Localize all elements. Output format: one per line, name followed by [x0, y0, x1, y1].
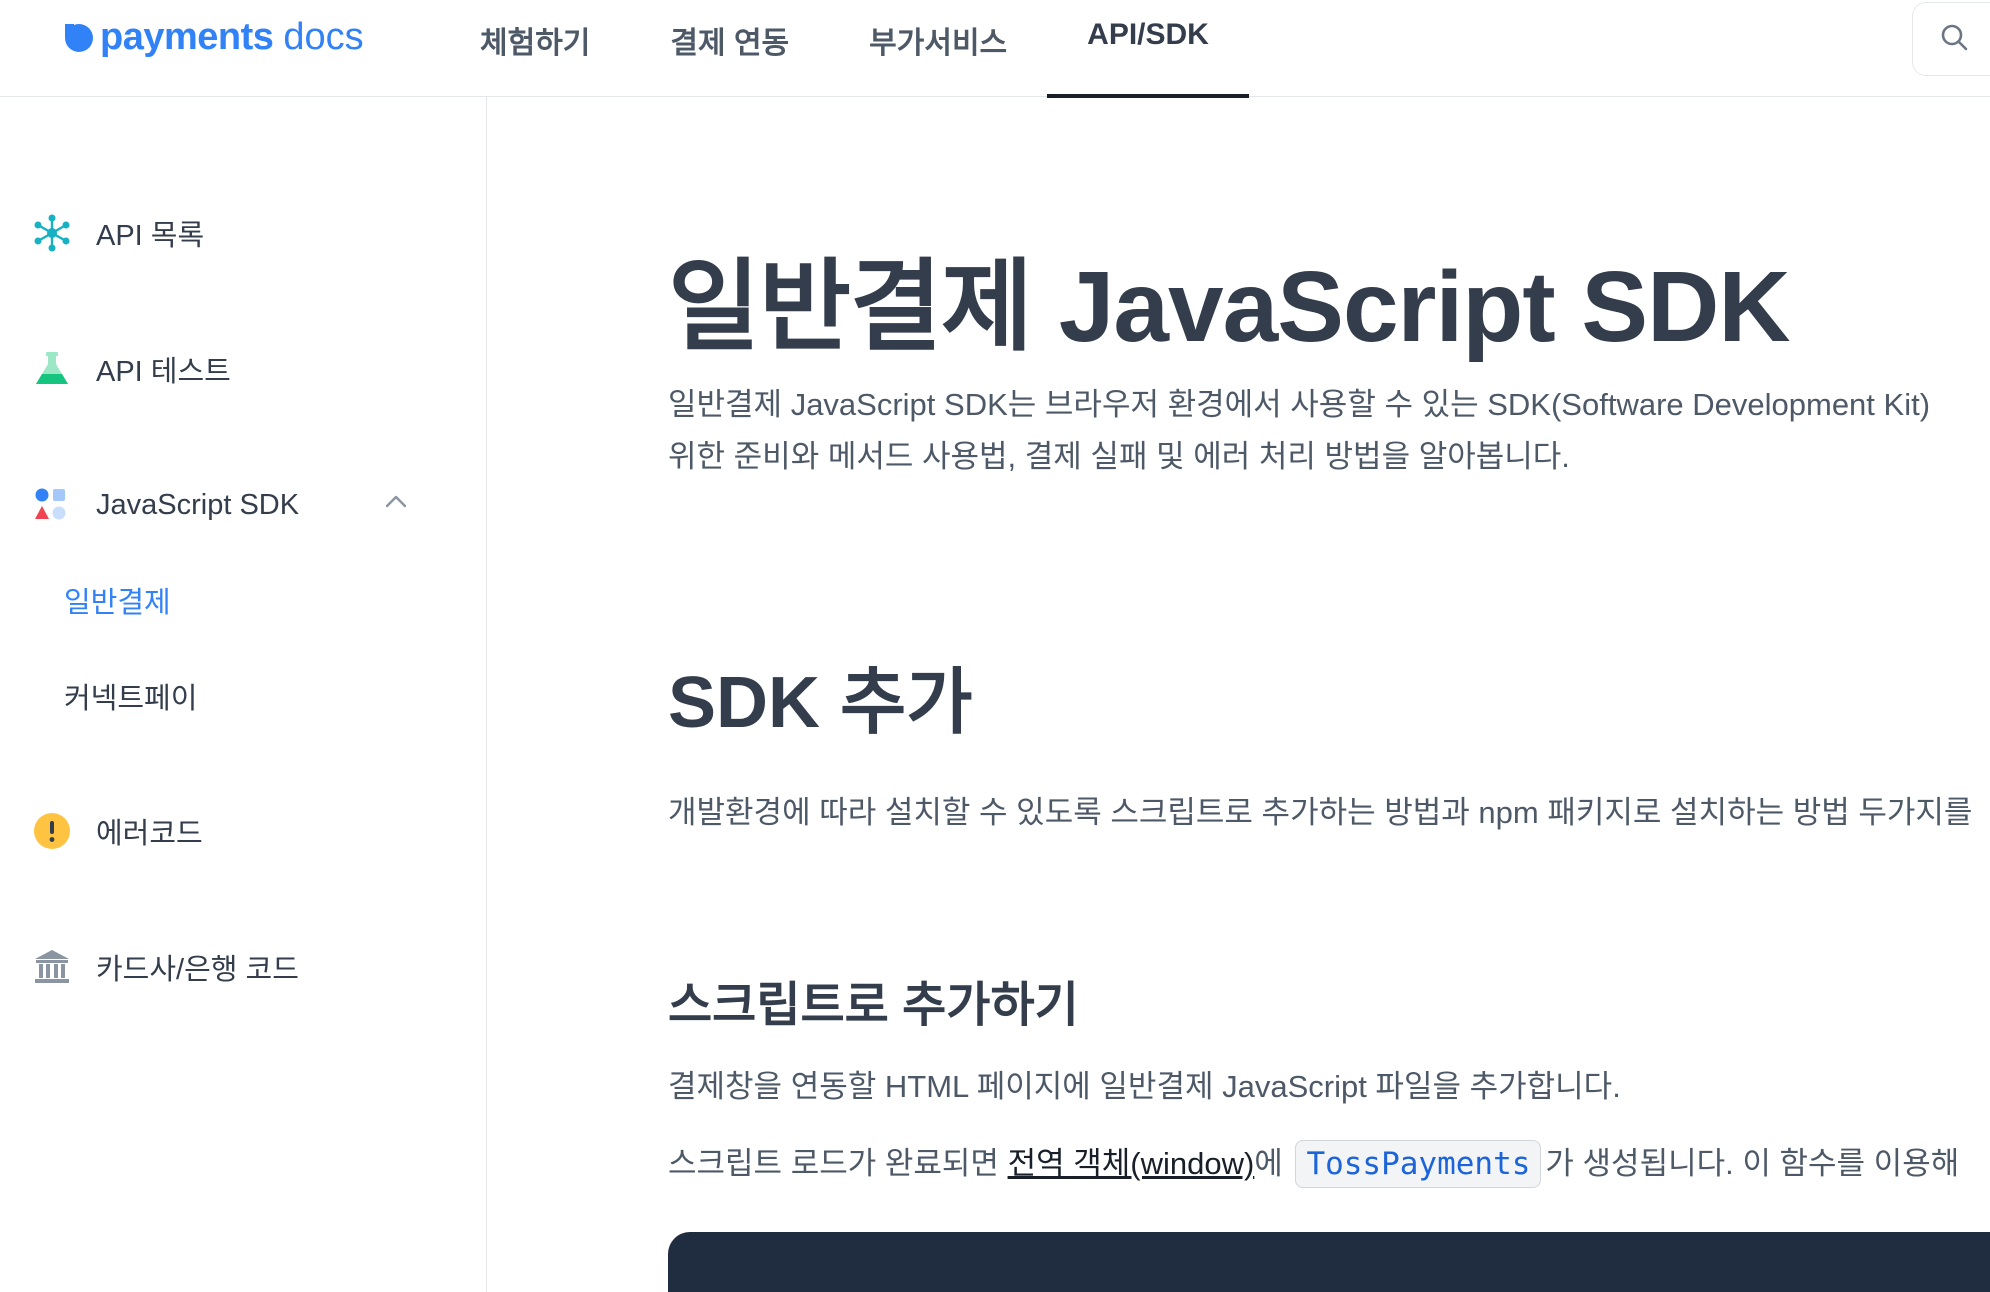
sidebar-item-javascript-sdk[interactable]: JavaScript SDK	[32, 477, 299, 533]
sidebar-item-bank-codes[interactable]: 카드사/은행 코드	[32, 939, 299, 995]
global-object-link[interactable]: 전역 객체(window)	[1008, 1146, 1255, 1181]
logo-word: payments	[100, 15, 274, 58]
intro-paragraph-line1: 일반결제 JavaScript SDK는 브라우저 환경에서 사용할 수 있는 …	[668, 387, 1931, 422]
tab-payment-integration[interactable]: 결제 연동	[630, 0, 829, 97]
sidebar-item-error-code[interactable]: 에러코드	[32, 803, 203, 859]
sidebar-item-label: API 테스트	[96, 356, 231, 388]
intro-paragraph-line2: 위한 준비와 메서드 사용법, 결제 실패 및 에러 처리 방법을 알아봅니다.	[668, 439, 1570, 474]
search-button[interactable]	[1912, 2, 1990, 76]
sidebar-item-api-test[interactable]: API 테스트	[32, 341, 231, 397]
sidebar-subitem-connectpay[interactable]: 커넥트페이	[64, 675, 197, 717]
tab-api-sdk[interactable]: API/SDK	[1047, 0, 1249, 98]
sidebar-item-label: 카드사/은행 코드	[96, 954, 299, 986]
subsection-title-script: 스크립트로 추가하기	[668, 979, 1079, 1032]
logo-suffix: docs	[283, 15, 364, 58]
page-title: 일반결제 JavaScript SDK	[668, 251, 1791, 363]
main-content: 일반결제 JavaScript SDK 일반결제 JavaScript SDK는…	[488, 97, 1990, 1292]
sidebar-item-api-list[interactable]: API 목록	[32, 205, 204, 261]
text-fragment: 가 생성됩니다. 이 함수를 이용해	[1545, 1146, 1960, 1181]
flask-icon	[32, 349, 72, 389]
text-fragment: 에	[1254, 1146, 1292, 1181]
logo-mark-icon	[62, 21, 94, 53]
warning-icon	[32, 811, 72, 851]
sidebar-subitem-general-payment[interactable]: 일반결제	[64, 579, 171, 621]
sidebar-item-label: API 목록	[96, 220, 205, 252]
subsection-paragraph2: 스크립트 로드가 완료되면 전역 객체(window)에 TossPayment…	[668, 1138, 1959, 1190]
subsection-paragraph1: 결제창을 연동할 HTML 페이지에 일반결제 JavaScript 파일을 추…	[668, 1069, 1621, 1104]
code-block	[668, 1232, 1990, 1292]
tab-additional-services[interactable]: 부가서비스	[829, 0, 1047, 97]
top-header: payments docs 체험하기 결제 연동 부가서비스 API/SDK	[0, 0, 1990, 98]
sidebar-item-label: JavaScript SDK	[96, 488, 300, 521]
network-icon	[32, 213, 72, 253]
section-paragraph: 개발환경에 따라 설치할 수 있도록 스크립트로 추가하는 방법과 npm 패키…	[668, 795, 1973, 830]
search-icon	[1939, 22, 1969, 57]
chevron-up-icon[interactable]	[384, 493, 408, 514]
payments-docs-logo[interactable]: payments docs	[62, 14, 364, 60]
sidebar: API 목록 API 테스트 JavaScript SDK 일반결제 커넥트페이…	[0, 97, 487, 1292]
page: payments docs 체험하기 결제 연동 부가서비스 API/SDK A…	[0, 0, 1990, 1292]
main-nav: 체험하기 결제 연동 부가서비스 API/SDK	[440, 0, 1249, 98]
section-title-sdk-add: SDK 추가	[668, 663, 973, 743]
shapes-icon	[32, 485, 72, 525]
inline-code-tosspayments: TossPayments	[1295, 1140, 1542, 1188]
tab-try[interactable]: 체험하기	[440, 0, 630, 97]
sidebar-item-label: 에러코드	[96, 818, 203, 850]
text-fragment: 스크립트 로드가 완료되면	[668, 1146, 1008, 1181]
bank-icon	[32, 947, 72, 987]
